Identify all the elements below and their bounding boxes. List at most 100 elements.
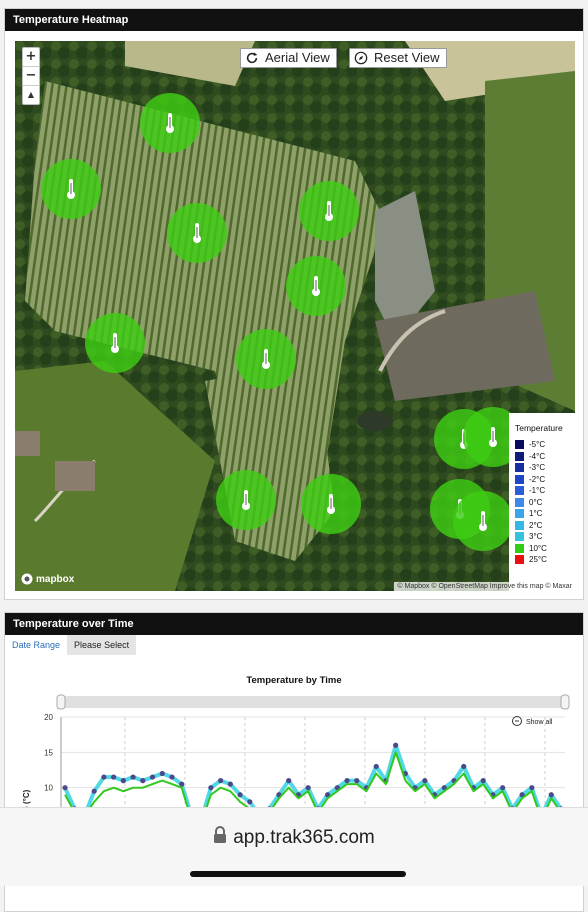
data-point [373,763,379,770]
navigator-handle-left [56,694,66,710]
heatmap-panel-title: Temperature Heatmap [5,9,583,31]
data-point [149,774,156,780]
map-attribution[interactable]: © Mapbox © OpenStreetMap Improve this ma… [394,582,575,591]
sensor-marker[interactable] [453,491,513,551]
zoom-out-button[interactable]: − [23,67,39,86]
legend-item: -3°C [515,462,575,474]
sensor-marker[interactable] [167,203,227,263]
y-tick-label: 20 [44,713,53,722]
legend-title: Temperature [515,423,563,433]
legend-swatch [515,440,524,450]
data-point [480,778,486,784]
map-view[interactable]: + − ▲ Aerial View Reset View Temperature… [15,41,575,591]
legend-label: 0°C [529,497,543,507]
zoom-control: + − ▲ [22,47,40,105]
thermometer-icon [111,333,119,353]
mapbox-logo[interactable]: mapbox [21,573,74,585]
data-point [500,785,506,791]
sensor-marker[interactable] [85,313,145,373]
legend-item: -1°C [515,485,575,497]
sensor-marker[interactable] [286,256,346,316]
thermometer-icon [489,427,497,447]
tab-please-select[interactable]: Please Select [67,635,137,655]
data-point [548,792,554,798]
legend-label: -2°C [529,474,546,484]
sensor-marker[interactable] [236,329,296,389]
data-point [101,774,107,780]
data-point [227,781,233,787]
data-point [218,778,224,784]
data-point [169,774,175,780]
sensor-marker[interactable] [299,181,359,241]
legend-item: 25°C [515,554,575,566]
url-display[interactable]: app.trak365.com [0,826,588,850]
heatmap-panel: Temperature Heatmap + − ▲ Aerial View Re… [4,8,584,600]
y-tick-label: 10 [44,784,53,793]
sensor-marker[interactable] [41,159,101,219]
data-point [305,785,311,791]
data-point [247,799,253,805]
data-point [179,781,185,787]
legend-label: 2°C [529,520,543,530]
legend-item: 2°C [515,520,575,532]
legend-swatch [515,486,524,496]
browser-address-bar: app.trak365.com [0,807,588,886]
legend-label: 10°C [529,543,547,553]
reset-view-button[interactable]: Reset View [349,48,447,68]
thermometer-icon [193,223,201,243]
mapbox-icon [21,573,33,585]
refresh-icon [246,52,258,64]
thermometer-icon [67,179,75,199]
legend-label: -5°C [529,440,546,450]
chart-tabs: Date Range Please Select [5,635,583,655]
legend-label: 1°C [529,509,543,519]
legend-swatch [515,509,524,519]
data-point [237,792,243,798]
data-point [286,778,292,784]
sensor-marker[interactable] [301,474,361,534]
show-all-label: Show all [526,719,553,726]
legend-item: -4°C [515,451,575,463]
chart-panel-title: Temperature over Time [5,613,583,635]
data-point [529,785,535,791]
data-point [354,778,360,784]
data-point [159,770,165,777]
aerial-view-button[interactable]: Aerial View [240,48,337,68]
data-point [140,778,146,784]
thermometer-icon [327,494,335,514]
legend-swatch [515,463,524,473]
zoom-in-button[interactable]: + [23,48,39,67]
sensor-marker[interactable] [216,470,276,530]
data-point [422,778,428,784]
data-point [111,774,117,780]
url-text: app.trak365.com [233,827,375,849]
data-point [344,778,350,784]
compass-button[interactable]: ▲ [23,86,39,104]
compass-icon [354,51,368,65]
legend-swatch [515,451,524,461]
legend-swatch [515,474,524,484]
legend-swatch [515,520,524,530]
thermometer-icon [166,113,174,133]
legend-item: -2°C [515,474,575,486]
thermometer-icon [312,276,320,296]
mapbox-logo-text: mapbox [36,573,75,585]
home-indicator [190,871,406,877]
legend-label: 3°C [529,532,543,542]
thermometer-icon [479,511,487,531]
legend-item: 1°C [515,508,575,520]
legend-swatch [515,532,524,542]
tab-date-range[interactable]: Date Range [5,635,67,655]
data-point [461,763,467,770]
chart-title: Temperature by Time [246,675,342,686]
data-point [393,742,399,748]
thermometer-icon [325,201,333,221]
show-all-button[interactable]: Show all [512,716,553,727]
legend-swatch [515,497,524,507]
legend-label: -4°C [529,451,546,461]
navigator-handle-right [560,694,570,710]
data-point [130,774,136,780]
sensor-marker[interactable] [140,93,200,153]
legend-label: -3°C [529,463,546,473]
chart-navigator [61,696,565,708]
